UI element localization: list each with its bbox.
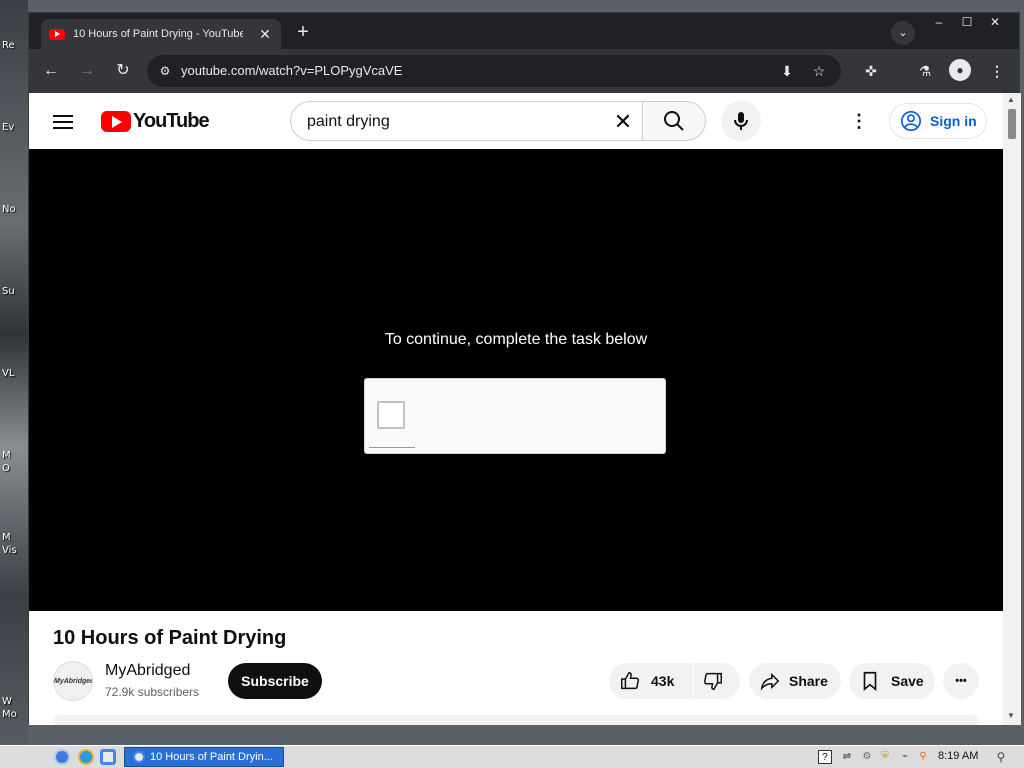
quicklaunch-ie-icon[interactable] [78,749,94,765]
browser-toolbar: ← → ↻ ⚙ youtube.com/watch?v=PLOPygVcaVE … [29,49,1019,93]
close-window-button[interactable]: ✕ [981,13,1009,31]
help-tray-icon[interactable]: ? [818,750,832,764]
profile-avatar: ● [949,59,971,81]
bookmark-star-icon[interactable]: ☆ [809,61,829,81]
youtube-page: YouTube ✕ ⋮ [29,93,1003,725]
settings-tray-icon[interactable]: ⚙ [860,750,874,764]
captcha-message: To continue, complete the task below [384,331,648,348]
url-text[interactable]: youtube.com/watch?v=PLOPygVcaVE [181,63,402,78]
settings-more-icon[interactable]: ⋮ [847,109,871,133]
description-box[interactable] [53,715,979,725]
tab-title: 10 Hours of Paint Drying - YouTube [73,28,243,40]
channel-avatar[interactable]: MyAbridged [53,661,93,701]
video-player[interactable]: To continue, complete the task below [29,149,1003,611]
captcha-checkbox[interactable] [377,401,405,429]
clear-search-icon[interactable]: ✕ [609,108,637,136]
apple-start-icon[interactable] [16,748,36,766]
chrome-icon [133,751,145,763]
desktop-icon-label[interactable]: M [2,532,11,543]
captcha-widget [364,378,666,454]
site-info-icon[interactable]: ⚙ [155,61,175,81]
like-button[interactable]: 43k [609,663,693,699]
save-button[interactable]: Save [849,663,935,699]
thumbs-up-icon [621,672,639,690]
quicklaunch-globe-icon[interactable] [54,749,70,765]
voice-search-button[interactable] [721,101,761,141]
save-label: Save [891,673,924,689]
youtube-favicon-icon [49,28,65,40]
tab-search-chevron-icon[interactable]: ⌄ [891,21,915,45]
address-bar[interactable]: ⚙ youtube.com/watch?v=PLOPygVcaVE ⬇ ☆ [147,55,841,87]
sign-in-button[interactable]: Sign in [889,103,987,139]
dislike-button[interactable] [694,663,740,699]
desktop-icon-label[interactable]: Vis [2,545,17,556]
tab-youtube[interactable]: 10 Hours of Paint Drying - YouTube ✕ [41,19,281,49]
tab-bar: 10 Hours of Paint Drying - YouTube ✕ + ⌄… [29,13,1019,49]
scroll-down-arrow-icon[interactable]: ▼ [1007,711,1015,720]
hamburger-menu-icon[interactable] [53,111,77,131]
tab-close-icon[interactable]: ✕ [257,26,273,43]
youtube-header: YouTube ✕ ⋮ [29,93,1003,149]
bookmark-icon [863,671,877,692]
minimize-button[interactable]: – [925,13,953,31]
install-app-icon[interactable]: ⬇ [777,61,797,81]
search-button[interactable] [642,101,706,141]
desktop-background: Re Ev No Su VL M O M Vis W Mo [0,0,28,745]
share-label: Share [789,673,828,689]
like-count: 43k [651,673,675,689]
browser-window: 10 Hours of Paint Drying - YouTube ✕ + ⌄… [28,12,1021,725]
search-box: ✕ [290,101,642,141]
page-scrollbar[interactable]: ▲ ▼ [1003,93,1021,725]
new-tab-button[interactable]: + [291,21,315,45]
shield-tray-icon[interactable]: ⛨ [878,750,892,764]
search-icon [664,111,684,131]
search-input[interactable] [307,112,587,132]
more-actions-button[interactable]: ••• [943,663,979,699]
desktop-icon-label[interactable]: Ev [2,122,14,133]
channel-name[interactable]: MyAbridged [105,662,190,680]
account-circle-icon [901,111,921,131]
subscribe-button[interactable]: Subscribe [228,663,322,699]
desktop-icon-label[interactable]: O [2,463,10,474]
captcha-underline [369,447,415,448]
thumbs-down-icon [704,672,722,690]
desktop-icon-label[interactable]: Mo [2,709,17,720]
share-button[interactable]: Share [749,663,841,699]
forward-arrow-icon[interactable]: → [75,59,99,83]
desktop-icon-label[interactable]: Re [2,40,15,51]
taskbar: 10 Hours of Paint Dryin... ? ⇌ ⚙ ⛨ ⌁ ⚲ 8… [0,745,1024,768]
desktop-icon-label[interactable]: VL [2,368,14,379]
subscriber-count: 72.9k subscribers [105,685,200,699]
youtube-logo-text: YouTube [133,110,210,132]
network-tray-icon[interactable]: ⇌ [840,750,854,764]
back-arrow-icon[interactable]: ← [39,59,63,83]
scroll-thumb[interactable] [1008,109,1016,139]
scroll-up-arrow-icon[interactable]: ▲ [1007,95,1015,104]
search-tray-icon[interactable]: ⚲ [916,750,930,764]
taskbar-browser-button[interactable]: 10 Hours of Paint Dryin... [124,747,284,767]
desktop-icon-label[interactable]: M [2,450,11,461]
quicklaunch-browser-icon[interactable] [100,749,116,765]
extensions-puzzle-icon[interactable]: ✜ [859,59,883,83]
magnifier-icon[interactable]: ⚲ [992,748,1010,766]
video-title: 10 Hours of Paint Drying [53,627,287,649]
reload-icon[interactable]: ↻ [111,59,135,83]
desktop-icon-label[interactable]: Su [2,286,15,297]
microphone-icon [734,112,748,130]
browser-menu-icon[interactable]: ⋮ [985,59,1009,83]
youtube-logo[interactable]: YouTube [101,110,210,133]
youtube-play-icon [101,111,131,132]
maximize-button[interactable]: ☐ [953,13,981,31]
share-arrow-icon [760,672,780,691]
clock[interactable]: 8:19 AM [938,750,978,762]
power-tray-icon[interactable]: ⌁ [898,750,912,764]
desktop-icon-label[interactable]: W [2,696,12,707]
labs-flask-icon[interactable]: ⚗ [913,59,937,83]
sign-in-label: Sign in [930,113,977,129]
profile-icon[interactable]: ● [949,59,973,83]
taskbar-browser-label: 10 Hours of Paint Dryin... [150,751,273,763]
desktop-icon-label[interactable]: No [2,204,16,215]
